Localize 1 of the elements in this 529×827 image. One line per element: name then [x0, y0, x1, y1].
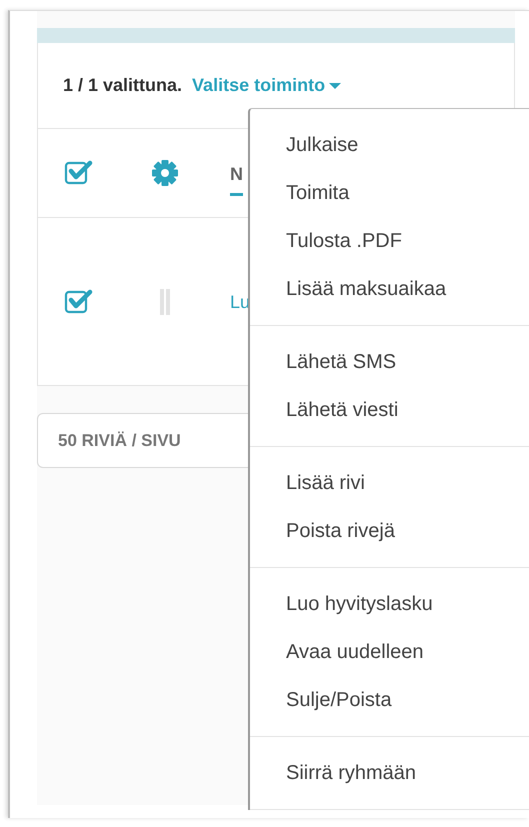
- selection-count: 1 / 1 valittuna.: [63, 75, 182, 96]
